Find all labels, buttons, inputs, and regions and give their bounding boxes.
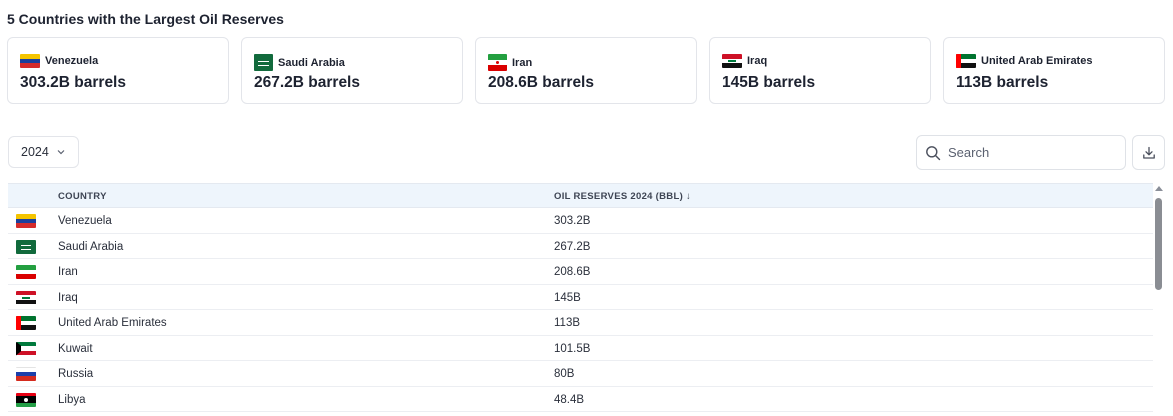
table-row[interactable]: Saudi Arabia 267.2B (8, 234, 1153, 259)
card-reserve-value: 145B barrels (722, 74, 816, 91)
reserves-cell: 303.2B (554, 215, 591, 227)
reserves-cell: 113B (554, 317, 581, 329)
country-cell: United Arab Emirates (58, 317, 167, 329)
card-reserve-value: 267.2B barrels (254, 74, 360, 91)
summary-card-iraq[interactable]: Iraq 145B barrels (709, 37, 931, 104)
card-country-name: Saudi Arabia (278, 56, 345, 69)
card-country-name: Iraq (747, 55, 768, 67)
table-row[interactable]: Venezuela 303.2B (8, 208, 1153, 234)
table-scrollbar[interactable] (1153, 183, 1165, 416)
table-row[interactable]: Iran 208.6B (8, 259, 1153, 285)
reserves-cell: 267.2B (554, 240, 591, 253)
reserves-cell: 101.5B (554, 342, 591, 355)
country-cell: Russia (58, 368, 94, 380)
column-header-country[interactable]: COUNTRY (58, 191, 107, 202)
venezuela-flag-icon (16, 214, 36, 228)
summary-card-iran[interactable]: Iran 208.6B barrels (475, 37, 697, 104)
reserves-cell: 48.4B (554, 393, 585, 406)
scrollbar-thumb[interactable] (1155, 198, 1162, 290)
card-reserve-value: 303.2B barrels (20, 74, 126, 91)
table-row[interactable]: Kuwait 101.5B (8, 336, 1153, 361)
country-cell: Saudi Arabia (58, 240, 124, 253)
reserves-cell: 145B (554, 291, 581, 304)
saudi-arabia-flag-icon (16, 239, 36, 254)
table-row[interactable]: Libya 48.4B (8, 387, 1153, 412)
card-country-name: Iran (512, 56, 533, 69)
iran-flag-icon (488, 54, 507, 71)
table-row[interactable]: Iraq 145B (8, 285, 1153, 310)
summary-card-saudi-arabia[interactable]: Saudi Arabia 267.2B barrels (241, 37, 463, 104)
reserves-table: COUNTRY OIL RESERVES 2024 (BBL) ↓ Venezu… (8, 183, 1153, 416)
russia-flag-icon (16, 367, 36, 381)
search-icon (926, 145, 941, 160)
iran-flag-icon (16, 265, 36, 279)
country-cell: Venezuela (58, 215, 112, 227)
libya-flag-icon (16, 392, 36, 407)
country-cell: Iraq (58, 291, 78, 304)
column-header-reserves[interactable]: OIL RESERVES 2024 (BBL) ↓ (554, 191, 691, 202)
kuwait-flag-icon (16, 341, 36, 356)
download-icon (1142, 146, 1155, 159)
table-row[interactable]: United Arab Emirates 113B (8, 310, 1153, 336)
country-cell: Kuwait (58, 342, 93, 355)
download-button[interactable] (1132, 135, 1165, 170)
search-box[interactable] (916, 135, 1126, 170)
card-reserve-value: 208.6B barrels (488, 74, 594, 91)
iraq-flag-icon (16, 290, 36, 305)
summary-card-uae[interactable]: United Arab Emirates 113B barrels (943, 37, 1165, 104)
year-select-value: 2024 (21, 145, 49, 159)
uae-flag-icon (956, 54, 976, 68)
card-country-name: United Arab Emirates (981, 55, 1093, 67)
chevron-down-icon (57, 150, 65, 155)
saudi-arabia-flag-icon (254, 54, 273, 71)
year-select[interactable]: 2024 (8, 136, 79, 168)
country-cell: Libya (58, 393, 86, 406)
uae-flag-icon (16, 316, 36, 330)
reserves-cell: 80B (554, 368, 575, 380)
venezuela-flag-icon (20, 54, 40, 68)
reserves-cell: 208.6B (554, 266, 591, 278)
table-header: COUNTRY OIL RESERVES 2024 (BBL) ↓ (8, 183, 1153, 208)
card-reserve-value: 113B barrels (956, 74, 1049, 91)
card-country-name: Venezuela (45, 55, 99, 67)
search-input[interactable] (948, 145, 1118, 160)
summary-card-venezuela[interactable]: Venezuela 303.2B barrels (7, 37, 229, 104)
scroll-up-arrow-icon[interactable] (1155, 186, 1163, 191)
table-row[interactable]: Russia 80B (8, 361, 1153, 387)
page-title: 5 Countries with the Largest Oil Reserve… (7, 11, 284, 27)
iraq-flag-icon (722, 54, 742, 68)
country-cell: Iran (58, 266, 78, 278)
